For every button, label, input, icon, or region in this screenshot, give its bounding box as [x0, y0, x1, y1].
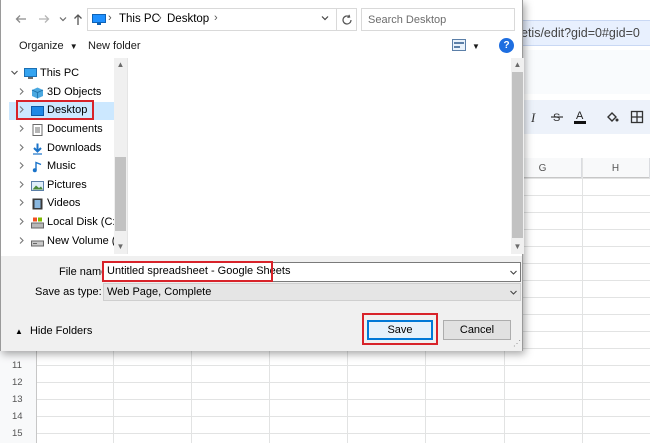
save-as-type-label: Save as type:: [35, 286, 102, 298]
tree-item-local-disk-c[interactable]: Local Disk (C:): [9, 214, 119, 232]
tree-item-videos[interactable]: Videos: [9, 195, 115, 213]
tree-label: Local Disk (C:): [47, 216, 120, 228]
search-placeholder: Search Desktop: [368, 14, 447, 26]
row-number[interactable]: 13: [0, 391, 37, 408]
save-as-dialog: › This PC › Desktop › Search Desktop Org…: [0, 0, 524, 351]
hide-folders-button[interactable]: ▲ Hide Folders: [15, 325, 92, 337]
url-text: etis/edit?gid=0#gid=0: [521, 26, 640, 40]
this-pc-monitor-icon: [92, 14, 106, 25]
svg-text:I: I: [530, 110, 536, 124]
file-list-scrollbar-thumb[interactable]: [512, 72, 523, 238]
chevron-right-icon[interactable]: [16, 87, 26, 98]
chevron-right-icon[interactable]: [16, 124, 26, 135]
pictures-icon: [31, 181, 44, 191]
tree-label: Downloads: [47, 142, 102, 154]
view-dropdown-icon[interactable]: ▼: [472, 42, 480, 51]
tree-label: Videos: [47, 197, 81, 209]
text-color-icon[interactable]: A: [569, 106, 591, 128]
strikethrough-icon[interactable]: S: [546, 106, 568, 128]
videos-icon: [32, 198, 43, 210]
view-options-icon[interactable]: [452, 39, 466, 54]
file-scroll-up-arrow-icon[interactable]: ▲: [511, 60, 524, 69]
breadcrumb-this-pc[interactable]: This PC: [119, 13, 160, 25]
tree-item-downloads[interactable]: Downloads: [9, 140, 115, 158]
address-bar[interactable]: › This PC › Desktop ›: [87, 8, 337, 31]
save-as-type-dropdown-icon[interactable]: [509, 288, 518, 299]
chevron-right-icon[interactable]: [16, 161, 26, 172]
new-folder-button[interactable]: New folder: [88, 40, 141, 52]
row-number[interactable]: 12: [0, 374, 37, 391]
back-arrow-icon[interactable]: [13, 11, 29, 27]
tree-label: 3D Objects: [47, 86, 102, 98]
file-name-dropdown-icon[interactable]: [509, 268, 518, 279]
tree-label: This PC: [40, 67, 80, 79]
tree-label: Pictures: [47, 179, 87, 191]
chevron-right-icon[interactable]: [16, 236, 26, 247]
row-number[interactable]: 11: [0, 357, 37, 374]
breadcrumb-separator-icon: ›: [108, 12, 112, 24]
address-dropdown-icon[interactable]: [320, 13, 330, 26]
downloads-icon: [33, 143, 42, 155]
command-bar: Organize ▼ New folder ▼: [1, 35, 522, 57]
scroll-down-arrow-icon[interactable]: ▼: [114, 242, 127, 251]
breadcrumb-separator-icon[interactable]: ›: [214, 12, 218, 24]
refresh-button[interactable]: [337, 8, 357, 31]
italic-icon[interactable]: I: [523, 106, 545, 128]
organize-dropdown-icon: ▼: [69, 42, 78, 51]
tree-item-music[interactable]: Music: [9, 158, 115, 176]
organize-button[interactable]: Organize ▼: [19, 40, 78, 52]
breadcrumb-desktop[interactable]: Desktop: [167, 13, 209, 25]
chevron-right-icon[interactable]: [16, 198, 26, 209]
cancel-button[interactable]: Cancel: [443, 320, 511, 340]
borders-icon[interactable]: [626, 106, 648, 128]
file-list-area[interactable]: [127, 58, 511, 254]
documents-icon: [32, 124, 43, 136]
svg-text:A: A: [576, 110, 584, 122]
chevron-up-icon: ▲: [15, 327, 23, 336]
scroll-up-arrow-icon[interactable]: ▲: [114, 60, 127, 69]
up-arrow-icon[interactable]: [70, 11, 86, 27]
tree-item-this-pc[interactable]: This PC: [9, 65, 115, 83]
navigation-pane[interactable]: This PC 3D Objects Desktop Documents Dow…: [9, 58, 127, 254]
forward-arrow-icon[interactable]: [36, 11, 52, 27]
tree-label: Documents: [47, 123, 103, 135]
chevron-right-icon[interactable]: [16, 143, 26, 154]
tree-item-new-volume-d[interactable]: New Volume (D:: [9, 233, 126, 251]
chevron-right-icon[interactable]: [16, 217, 26, 228]
svg-text:S: S: [553, 112, 560, 124]
breadcrumb-separator-icon[interactable]: ›: [158, 12, 162, 24]
save-as-type-value: Web Page, Complete: [107, 286, 212, 298]
tree-item-documents[interactable]: Documents: [9, 121, 115, 139]
file-name-highlight-box: [102, 261, 273, 282]
column-header-h[interactable]: H: [582, 158, 650, 178]
new-volume-icon: [31, 240, 44, 247]
help-icon[interactable]: ?: [499, 38, 514, 53]
address-row: › This PC › Desktop › Search Desktop: [1, 0, 522, 38]
row-number[interactable]: 15: [0, 425, 37, 442]
this-pc-icon: [24, 68, 37, 79]
recent-locations-chevron-icon[interactable]: [55, 11, 71, 27]
hide-folders-label: Hide Folders: [29, 325, 93, 337]
resize-grip-icon[interactable]: ⋰: [513, 339, 521, 348]
file-scroll-down-arrow-icon[interactable]: ▼: [511, 242, 524, 251]
tree-label: Music: [47, 160, 76, 172]
organize-label: Organize: [19, 40, 64, 52]
refresh-icon: [341, 14, 352, 25]
tree-item-pictures[interactable]: Pictures: [9, 177, 115, 195]
save-button[interactable]: Save: [367, 320, 433, 340]
local-disk-icon: [31, 217, 44, 229]
search-input[interactable]: Search Desktop: [361, 8, 515, 31]
chevron-right-icon[interactable]: [16, 180, 26, 191]
chevron-down-icon[interactable]: [9, 68, 19, 79]
music-icon: [32, 161, 42, 173]
3d-objects-icon: [31, 87, 44, 99]
fill-color-icon[interactable]: [601, 106, 623, 128]
desktop-highlight-box: [16, 100, 94, 120]
navigation-scrollbar-thumb[interactable]: [115, 157, 126, 231]
row-number[interactable]: 14: [0, 408, 37, 425]
